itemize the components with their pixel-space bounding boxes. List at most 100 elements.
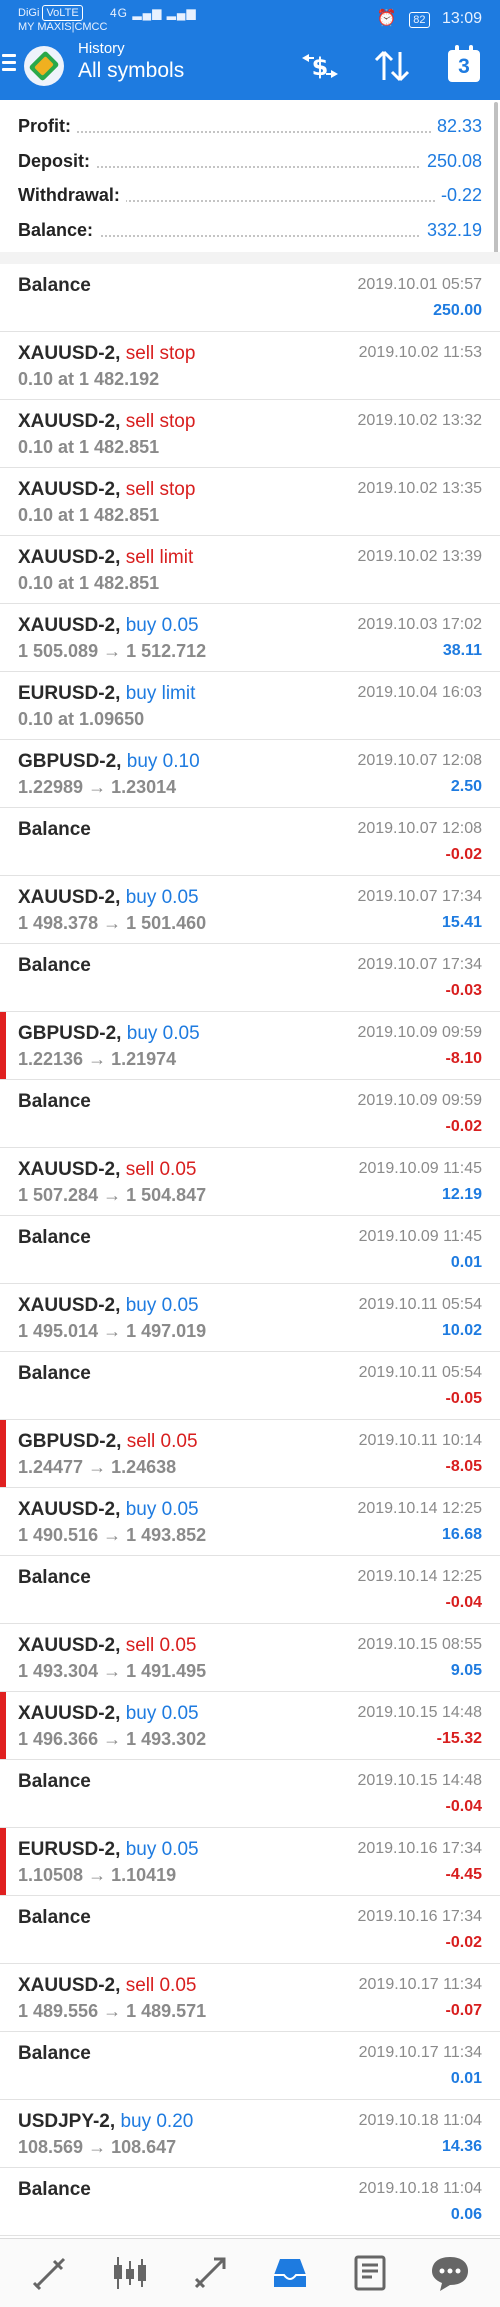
history-row[interactable]: XAUUSD-2, buy 0.05 1 498.378 → 1 501.460 2…: [0, 876, 500, 944]
row-title: XAUUSD-2, buy 0.05: [18, 1295, 199, 1317]
row-amount: 15.41: [441, 914, 482, 931]
row-symbol: Balance: [18, 1771, 91, 1792]
history-row[interactable]: GBPUSD-2, sell 0.05 1.24477 → 1.24638 2019…: [0, 1420, 500, 1488]
history-row[interactable]: XAUUSD-2, buy 0.05 1 496.366 → 1 493.302 2…: [0, 1692, 500, 1760]
history-row[interactable]: GBPUSD-2, buy 0.10 1.22989 → 1.23014 2019.…: [0, 740, 500, 808]
row-title: Balance: [18, 1227, 91, 1249]
row-detail: 1 490.516 → 1 493.852: [18, 1525, 207, 1545]
row-title: Balance: [18, 1363, 91, 1385]
row-date: 2019.10.15 14:48: [357, 1772, 482, 1789]
history-row[interactable]: Balance 2019.10.01 05:57 250.00: [0, 264, 500, 332]
row-detail: 1 498.378 → 1 501.460: [18, 913, 207, 933]
row-date: 2019.10.17 11:34: [358, 2044, 482, 2061]
row-title: Balance: [18, 1567, 91, 1589]
row-title: GBPUSD-2, buy 0.10: [18, 751, 200, 773]
row-symbol: USDJPY-2,: [18, 2111, 116, 2132]
row-order-type: buy 0.05: [125, 887, 199, 908]
row-symbol: GBPUSD-2,: [18, 751, 122, 772]
chat-icon[interactable]: [430, 2253, 470, 2293]
row-symbol: XAUUSD-2,: [18, 343, 121, 364]
row-title: Balance: [18, 2179, 91, 2201]
history-row[interactable]: Balance 2019.10.09 09:59 -0.02: [0, 1080, 500, 1148]
row-symbol: XAUUSD-2,: [18, 411, 121, 432]
history-row[interactable]: Balance 2019.10.09 11:45 0.01: [0, 1216, 500, 1284]
row-symbol: Balance: [18, 1567, 91, 1588]
history-icon[interactable]: [270, 2253, 310, 2293]
status-bar: DiGi VoLTE MY MAXIS|CMCC 4G ▂▄▆ ▂▄▆ ⏰ 82…: [0, 0, 500, 34]
history-row[interactable]: Balance 2019.10.18 11:04 0.06: [0, 2168, 500, 2236]
history-row[interactable]: Balance 2019.10.07 12:08 -0.02: [0, 808, 500, 876]
sort-icon[interactable]: [370, 46, 414, 86]
row-amount: -0.04: [445, 1798, 482, 1815]
row-date: 2019.10.04 16:03: [357, 684, 482, 701]
summary-row-balance: Balance: 332.19: [0, 214, 500, 249]
row-amount: -15.32: [436, 1730, 482, 1747]
history-row[interactable]: XAUUSD-2, sell 0.05 1 507.284 → 1 504.847…: [0, 1148, 500, 1216]
history-row[interactable]: Balance 2019.10.17 11:34 0.01: [0, 2032, 500, 2100]
symbol-filter-icon[interactable]: $: [298, 46, 342, 86]
menu-icon[interactable]: [2, 54, 16, 75]
row-title: EURUSD-2, buy 0.05: [18, 1839, 199, 1861]
row-amount: 9.05: [450, 1662, 482, 1679]
app-bar: DiGi VoLTE MY MAXIS|CMCC 4G ▂▄▆ ▂▄▆ ⏰ 82…: [0, 0, 500, 100]
row-title: Balance: [18, 955, 91, 977]
row-date: 2019.10.11 10:14: [358, 1432, 482, 1449]
network-type: 4G: [110, 6, 129, 20]
summary-row-profit: Profit: 82.33: [0, 110, 500, 145]
row-date: 2019.10.07 17:34: [357, 956, 482, 973]
row-amount: -0.05: [445, 1390, 482, 1407]
row-order-type: sell 0.05: [125, 1159, 197, 1180]
calendar-icon[interactable]: 3: [448, 45, 480, 82]
history-row[interactable]: XAUUSD-2, buy 0.05 1 505.089 → 1 512.712 2…: [0, 604, 500, 672]
history-row[interactable]: XAUUSD-2, buy 0.05 1 495.014 → 1 497.019 2…: [0, 1284, 500, 1352]
news-icon[interactable]: [350, 2253, 390, 2293]
row-symbol: XAUUSD-2,: [18, 1499, 121, 1520]
row-amount: -0.03: [445, 982, 482, 999]
row-symbol: XAUUSD-2,: [18, 1159, 121, 1180]
page-title[interactable]: All symbols: [78, 58, 184, 84]
trade-icon[interactable]: [190, 2253, 230, 2293]
divider: [0, 252, 500, 264]
history-row[interactable]: XAUUSD-2, buy 0.05 1 490.516 → 1 493.852 2…: [0, 1488, 500, 1556]
chart-icon[interactable]: [110, 2253, 150, 2293]
row-detail: 0.10 at 1 482.192: [18, 369, 160, 389]
history-row[interactable]: XAUUSD-2, sell limit 0.10 at 1 482.851 201…: [0, 536, 500, 604]
history-row[interactable]: XAUUSD-2, sell stop 0.10 at 1 482.192 2019…: [0, 332, 500, 400]
loss-marker: [0, 1420, 6, 1487]
row-date: 2019.10.09 11:45: [358, 1228, 482, 1245]
status-right: ⏰ 82 13:09: [369, 8, 482, 28]
history-row[interactable]: XAUUSD-2, sell stop 0.10 at 1 482.851 2019…: [0, 400, 500, 468]
row-symbol: Balance: [18, 1227, 91, 1248]
row-title: Balance: [18, 2043, 91, 2065]
history-row[interactable]: EURUSD-2, buy limit 0.10 at 1.09650 2019.1…: [0, 672, 500, 740]
history-row[interactable]: EURUSD-2, buy 0.05 1.10508 → 1.10419 2019.…: [0, 1828, 500, 1896]
row-amount: 14.36: [441, 2138, 482, 2155]
row-amount: 12.19: [441, 1186, 482, 1203]
history-row[interactable]: XAUUSD-2, sell 0.05 1 489.556 → 1 489.571…: [0, 1964, 500, 2032]
row-amount: 0.01: [450, 1254, 482, 1271]
row-detail: 1 495.014 → 1 497.019: [18, 1321, 207, 1341]
history-row[interactable]: Balance 2019.10.14 12:25 -0.04: [0, 1556, 500, 1624]
history-row[interactable]: USDJPY-2, buy 0.20 108.569 → 108.647 2019.…: [0, 2100, 500, 2168]
row-title: Balance: [18, 1907, 91, 1929]
row-amount: 250.00: [433, 302, 482, 319]
row-symbol: XAUUSD-2,: [18, 887, 121, 908]
quotes-icon[interactable]: [30, 2253, 70, 2293]
summary-label: Withdrawal:: [18, 185, 126, 206]
row-amount: -0.02: [445, 1934, 482, 1951]
row-order-type: sell stop: [125, 411, 196, 432]
history-row[interactable]: Balance 2019.10.07 17:34 -0.03: [0, 944, 500, 1012]
history-row[interactable]: Balance 2019.10.15 14:48 -0.04: [0, 1760, 500, 1828]
history-row[interactable]: GBPUSD-2, buy 0.05 1.22136 → 1.21974 2019.…: [0, 1012, 500, 1080]
row-detail: 0.10 at 1 482.851: [18, 505, 160, 525]
history-row[interactable]: Balance 2019.10.16 17:34 -0.02: [0, 1896, 500, 1964]
row-detail: 1 505.089 → 1 512.712: [18, 641, 207, 661]
history-row[interactable]: XAUUSD-2, sell stop 0.10 at 1 482.851 2019…: [0, 468, 500, 536]
history-row[interactable]: Balance 2019.10.11 05:54 -0.05: [0, 1352, 500, 1420]
loss-marker: [0, 1828, 6, 1895]
row-order-type: sell 0.05: [125, 1975, 197, 1996]
row-detail: 1.22989 → 1.23014: [18, 777, 177, 797]
row-title: XAUUSD-2, sell 0.05: [18, 1975, 196, 1997]
summary-value: 82.33: [430, 116, 482, 137]
history-row[interactable]: XAUUSD-2, sell 0.05 1 493.304 → 1 491.495…: [0, 1624, 500, 1692]
